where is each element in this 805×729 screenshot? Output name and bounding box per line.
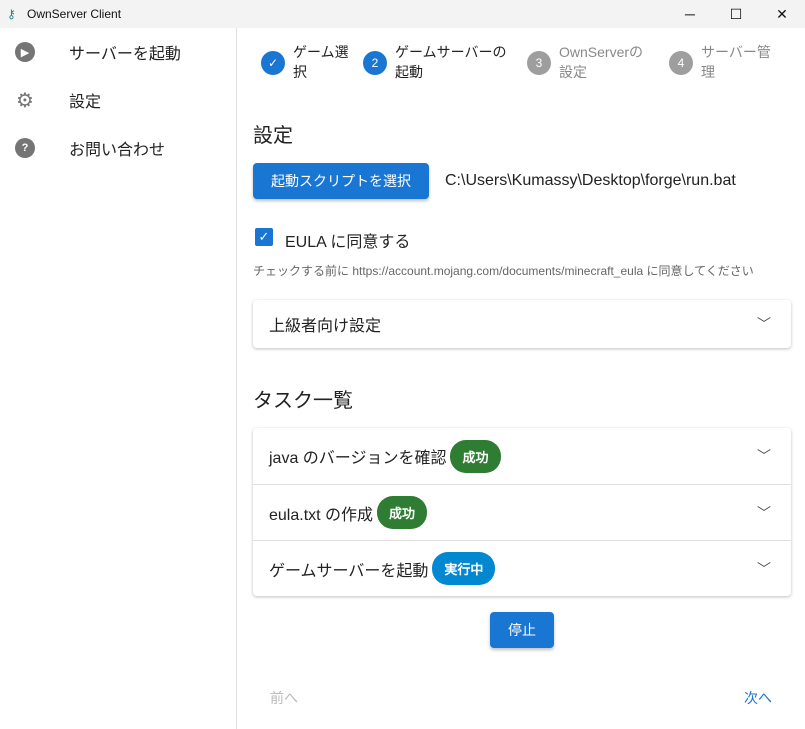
- stop-button[interactable]: 停止: [490, 612, 554, 648]
- sidebar-item-label: 設定: [69, 94, 102, 111]
- step-label: OwnServerの 設定: [559, 44, 644, 80]
- sidebar: ▶ サーバーを起動 ⚙ 設定 ? お問い合わせ: [0, 28, 237, 729]
- chevron-down-icon: ﹀: [757, 316, 771, 332]
- eula-label[interactable]: EULA に同意する: [285, 228, 410, 252]
- close-button[interactable]: ✕: [759, 0, 805, 28]
- step-number: 4: [669, 51, 693, 75]
- play-icon: ▶: [15, 42, 35, 62]
- advanced-settings-accordion[interactable]: 上級者向け設定 ﹀: [253, 300, 791, 348]
- sidebar-item-label: サーバーを起動: [69, 46, 181, 63]
- task-label: java のバージョンを確認: [269, 450, 447, 467]
- prev-button[interactable]: 前へ: [270, 688, 298, 708]
- eula-checkbox[interactable]: ✓: [255, 228, 273, 246]
- task-row[interactable]: eula.txt の作成 成功 ﹀: [253, 484, 791, 540]
- task-row[interactable]: ゲームサーバーを起動 実行中 ﹀: [253, 540, 791, 596]
- eula-help-text: チェックする前に https://account.mojang.com/docu…: [253, 264, 754, 278]
- settings-heading: 設定: [253, 125, 293, 147]
- task-row[interactable]: java のバージョンを確認 成功 ﹀: [253, 428, 791, 484]
- tasks-heading: タスク一覧: [253, 390, 353, 412]
- status-badge: 実行中: [432, 552, 496, 585]
- step-label: ゲーム選 択: [293, 44, 349, 80]
- chevron-down-icon: ﹀: [757, 504, 771, 521]
- task-list: java のバージョンを確認 成功 ﹀ eula.txt の作成 成功 ﹀ ゲームサーバ…: [253, 428, 791, 596]
- step-number: 2: [363, 51, 387, 75]
- step-2: 2 ゲームサーバーの 起動: [363, 42, 517, 82]
- sidebar-item-settings[interactable]: ⚙ 設定: [0, 76, 236, 124]
- sidebar-item-label: お問い合わせ: [69, 142, 166, 159]
- main-content: ✓ ゲーム選 択 2 ゲームサーバーの 起動 3 OwnServerの 設定 4 サーバ…: [237, 28, 805, 729]
- step-1: ✓ ゲーム選 択: [261, 42, 353, 82]
- status-badge: 成功: [377, 496, 428, 529]
- step-3: 3 OwnServerの 設定: [527, 42, 659, 82]
- step-4: 4 サーバー管 理: [669, 42, 781, 82]
- title-bar: ⚷ OwnServer Client ─ ☐ ✕: [0, 0, 805, 28]
- chevron-down-icon: ﹀: [757, 448, 771, 464]
- chevron-down-icon: ﹀: [757, 560, 771, 577]
- next-button[interactable]: 次へ: [744, 688, 772, 708]
- minimize-button[interactable]: ─: [667, 0, 713, 28]
- status-badge: 成功: [450, 439, 501, 473]
- select-script-button[interactable]: 起動スクリプトを選択: [253, 163, 429, 199]
- task-label: ゲームサーバーを起動: [269, 562, 429, 580]
- step-label: ゲームサーバーの 起動: [395, 44, 507, 80]
- stepper: ✓ ゲーム選 択 2 ゲームサーバーの 起動 3 OwnServerの 設定 4 サーバ…: [261, 42, 791, 82]
- step-label: サーバー管 理: [701, 44, 771, 80]
- app-logo-icon: ⚷: [7, 7, 16, 21]
- maximize-button[interactable]: ☐: [713, 0, 759, 28]
- gear-icon: ⚙: [16, 89, 34, 112]
- accordion-label: 上級者向け設定: [269, 318, 382, 335]
- task-label: eula.txt の作成: [269, 506, 374, 524]
- script-path: C:\Users\Kumassy\Desktop\forge\run.bat: [445, 172, 736, 189]
- sidebar-item-contact[interactable]: ? お問い合わせ: [0, 124, 236, 172]
- help-icon: ?: [15, 138, 35, 158]
- sidebar-item-start-server[interactable]: ▶ サーバーを起動: [0, 28, 236, 76]
- step-number: 3: [527, 51, 551, 75]
- check-icon: ✓: [261, 51, 285, 75]
- window-title: OwnServer Client: [27, 7, 122, 21]
